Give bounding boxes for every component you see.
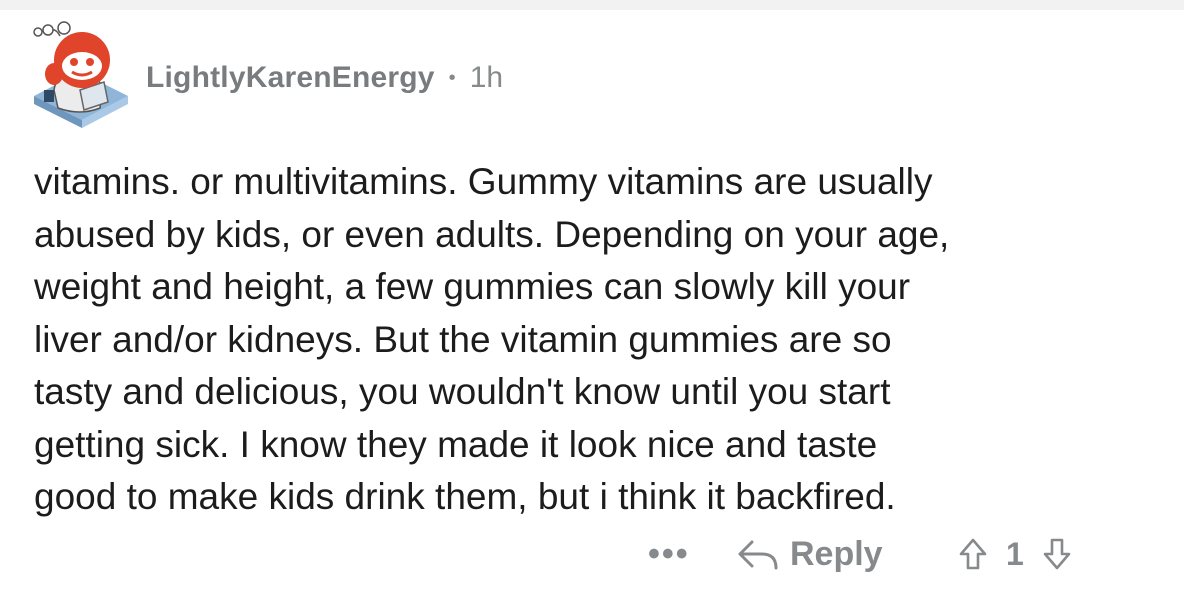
comment-header: LightlyKarenEnergy • 1h (146, 60, 503, 96)
vote-count: 1 (1006, 535, 1024, 572)
top-divider-bar (0, 0, 1184, 10)
meta-separator: • (448, 66, 456, 89)
comment-timestamp: 1h (469, 61, 504, 94)
vote-controls: 1 (958, 532, 1072, 576)
username-link[interactable]: LightlyKarenEnergy (146, 61, 435, 95)
reply-button[interactable]: Reply (736, 532, 883, 576)
reply-arrow-icon (736, 537, 780, 571)
downvote-arrow-icon[interactable] (1042, 537, 1072, 571)
snoo-avatar-icon (33, 21, 128, 128)
comment-card: LightlyKarenEnergy • 1h vitamins. or mul… (0, 10, 1184, 594)
more-options-button[interactable]: ••• (648, 532, 690, 576)
upvote-arrow-icon[interactable] (958, 537, 988, 571)
comment-actions-bar: ••• Reply 1 (0, 532, 1184, 576)
user-avatar[interactable] (20, 16, 136, 132)
comment-body: vitamins. or multivitamins. Gummy vitami… (34, 161, 950, 517)
reply-label: Reply (790, 534, 883, 573)
